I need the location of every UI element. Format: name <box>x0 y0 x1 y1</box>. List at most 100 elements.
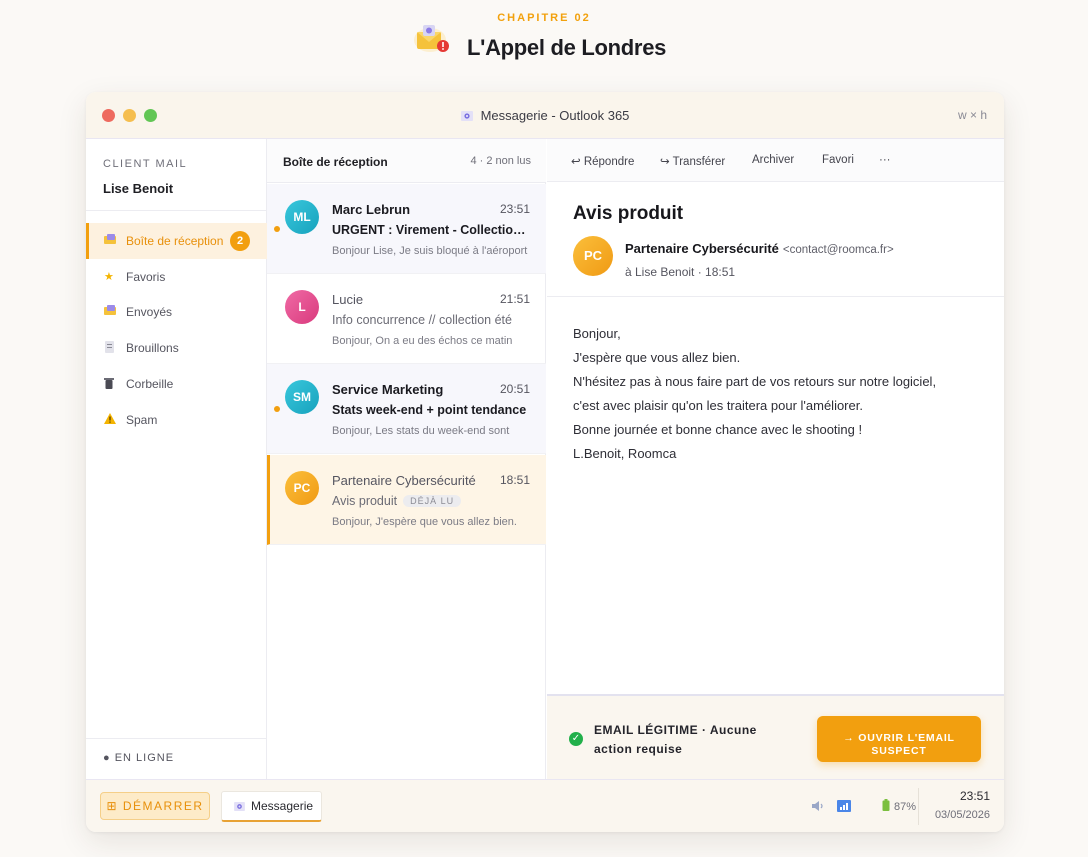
email-body-line: L.Benoit, Roomca <box>573 446 677 461</box>
avatar: SM <box>285 380 319 414</box>
read-status-tag: DÉJÀ LU <box>403 495 462 507</box>
message-subject-text: Avis produit <box>332 494 398 508</box>
email-body: Bonjour, J'espère que vous allez bien. N… <box>573 326 993 470</box>
message-time: 20:51 <box>499 382 530 396</box>
sidebar-divider <box>86 210 267 211</box>
battery-indicator: 87% <box>882 799 916 813</box>
reply-button[interactable]: ↩ Répondre <box>571 154 634 168</box>
avatar: ML <box>285 200 319 234</box>
star-icon: ★ <box>104 271 114 283</box>
sidebar-divider <box>86 738 267 739</box>
message-list-title: Boîte de réception <box>283 155 388 169</box>
tray-divider <box>918 788 919 825</box>
message-list: Boîte de réception 4 · 2 non lus ML Marc… <box>267 139 546 779</box>
email-body-line: c'est avec plaisir qu'on les traitera po… <box>573 398 863 413</box>
avatar: L <box>285 290 319 324</box>
header-divider <box>547 296 1004 297</box>
sidebar-item-inbox[interactable]: Boîte de réception 2 <box>86 223 267 259</box>
mail-window: Messagerie - Outlook 365 w × h CLIENT MA… <box>86 92 1004 832</box>
sidebar-item-sent[interactable]: Envoyés <box>86 294 267 330</box>
sidebar-item-trash[interactable]: Corbeille <box>86 366 267 402</box>
clock-time: 23:51 <box>959 789 990 803</box>
inbox-icon <box>104 234 118 248</box>
email-recipient-line: à Lise Benoit · 18:51 <box>625 265 736 279</box>
message-item[interactable]: L Lucie 21:51 Info concurrence // collec… <box>267 274 546 364</box>
message-subject: Info concurrence // collection été <box>332 313 512 327</box>
message-preview: Bonjour, On a eu des échos ce matin <box>332 335 513 347</box>
message-item[interactable]: SM Service Marketing 20:51 Stats week-en… <box>267 364 546 454</box>
unread-count-badge: 2 <box>230 231 250 251</box>
warning-icon <box>104 413 118 427</box>
email-body-line: Bonne journée et bonne chance avec le sh… <box>573 422 863 437</box>
message-time: 18:51 <box>499 473 530 487</box>
chapter-header: CHAPITRE 02 L'Appel de Londres <box>0 0 1088 80</box>
taskbar: ⊞ DÉMARRER Messagerie 87% 23:51 03/05/20… <box>86 779 1004 832</box>
sidebar-item-label: Spam <box>126 413 158 427</box>
clock-date: 03/05/2026 <box>934 809 990 821</box>
sidebar-item-spam[interactable]: Spam <box>86 402 267 438</box>
message-item[interactable]: ML Marc Lebrun 23:51 URGENT : Virement -… <box>267 184 546 274</box>
sidebar-item-drafts[interactable]: Brouillons <box>86 330 267 366</box>
forward-button[interactable]: ↪ Transférer <box>660 154 725 168</box>
sidebar-item-label: Brouillons <box>126 341 179 355</box>
client-label: CLIENT MAIL <box>103 158 188 170</box>
verdict-panel: ✓ EMAIL LÉGITIME · Aucune action requise… <box>547 694 1004 779</box>
window-size-hint: w × h <box>957 108 987 122</box>
email-body-line: J'espère que vous allez bien. <box>573 350 741 365</box>
message-subject: URGENT : Virement - Collection Printemps <box>332 223 532 237</box>
open-suspect-email-button[interactable]: → OUVRIR L'EMAIL SUSPECT <box>817 716 981 762</box>
message-sender: Marc Lebrun <box>332 202 411 217</box>
window-title: Messagerie - Outlook 365 <box>86 108 1004 123</box>
message-sender: Partenaire Cybersécurité <box>332 473 476 488</box>
sidebar-item-label: Favoris <box>126 270 166 284</box>
more-options-button[interactable]: ··· <box>879 154 891 166</box>
message-subject: Stats week-end + point tendance <box>332 403 527 417</box>
window-titlebar: Messagerie - Outlook 365 w × h <box>86 92 1004 139</box>
chapter-title: L'Appel de Londres <box>467 35 667 60</box>
connection-status: ● EN LIGNE <box>103 752 175 764</box>
unread-indicator <box>274 406 280 412</box>
sent-icon <box>104 305 118 319</box>
check-icon: ✓ <box>569 732 583 746</box>
avatar: PC <box>285 471 319 505</box>
sidebar-item-favorites[interactable]: ★ Favoris <box>86 259 267 295</box>
archive-button[interactable]: Archiver <box>752 154 794 166</box>
sidebar: CLIENT MAIL Lise Benoit Boîte de récepti… <box>86 139 267 779</box>
verdict-text: EMAIL LÉGITIME · Aucune action requise <box>594 723 757 756</box>
email-sender: Partenaire Cybersécurité <contact@roomca.… <box>625 241 894 256</box>
trash-icon <box>104 377 118 391</box>
battery-icon <box>882 799 890 811</box>
favorite-button[interactable]: Favori <box>822 154 854 166</box>
email-body-line: N'hésitez pas à nous faire part de vos r… <box>573 374 937 389</box>
start-button[interactable]: ⊞ DÉMARRER <box>100 792 210 820</box>
unread-indicator <box>274 226 280 232</box>
message-preview: Bonjour, J'espère que vous allez bien. <box>332 516 517 528</box>
message-time: 23:51 <box>499 202 530 216</box>
current-user: Lise Benoit <box>103 181 174 196</box>
mail-alert-icon <box>414 25 449 52</box>
network-icon[interactable] <box>837 800 851 812</box>
sidebar-item-label: Envoyés <box>126 305 173 319</box>
reader-toolbar: ↩ Répondre ↪ Transférer Archiver Favori … <box>547 139 1004 182</box>
sender-avatar: PC <box>573 236 613 276</box>
message-preview: Bonjour, Les stats du week-end sont <box>332 425 510 437</box>
message-time: 21:51 <box>499 292 530 306</box>
battery-level: 87% <box>894 801 917 813</box>
email-subject: Avis produit <box>573 203 684 224</box>
draft-icon <box>104 341 118 355</box>
message-list-header: Boîte de réception 4 · 2 non lus <box>267 139 546 183</box>
taskbar-app-messagerie[interactable]: Messagerie <box>221 791 322 822</box>
mail-app-icon <box>234 802 245 811</box>
window-title-text: Messagerie - Outlook 365 <box>480 108 630 123</box>
message-subject: Avis produit DÉJÀ LU <box>332 494 532 508</box>
sidebar-item-label: Boîte de réception <box>126 234 224 248</box>
chapter-label: CHAPITRE 02 <box>497 12 591 24</box>
message-item-selected[interactable]: PC Partenaire Cybersécurité 18:51 Avis p… <box>267 455 546 545</box>
sender-email[interactable]: <contact@roomca.fr> <box>783 244 894 256</box>
sender-name: Partenaire Cybersécurité <box>625 241 779 256</box>
sidebar-item-label: Corbeille <box>126 377 174 391</box>
message-sender: Service Marketing <box>332 382 444 397</box>
volume-icon[interactable] <box>811 800 825 812</box>
message-count: 4 · 2 non lus <box>470 155 531 167</box>
mail-app-icon <box>460 111 473 121</box>
